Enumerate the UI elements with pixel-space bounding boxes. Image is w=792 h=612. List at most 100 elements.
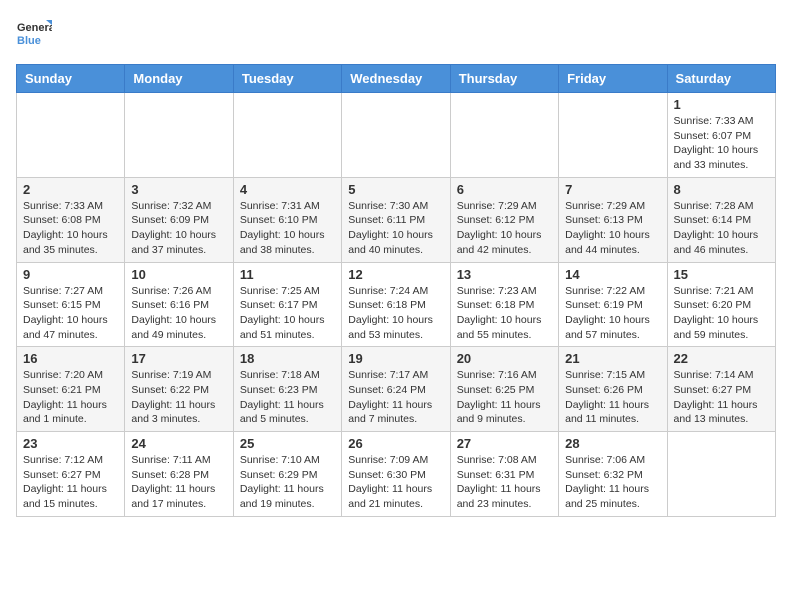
day-number: 2: [23, 182, 118, 197]
day-info: Sunrise: 7:15 AM Sunset: 6:26 PM Dayligh…: [565, 368, 660, 427]
day-info: Sunrise: 7:33 AM Sunset: 6:07 PM Dayligh…: [674, 114, 769, 173]
day-header-wednesday: Wednesday: [342, 65, 450, 93]
day-number: 17: [131, 351, 226, 366]
day-number: 14: [565, 267, 660, 282]
calendar-cell: [17, 93, 125, 178]
day-info: Sunrise: 7:24 AM Sunset: 6:18 PM Dayligh…: [348, 284, 443, 343]
day-info: Sunrise: 7:29 AM Sunset: 6:12 PM Dayligh…: [457, 199, 552, 258]
day-info: Sunrise: 7:21 AM Sunset: 6:20 PM Dayligh…: [674, 284, 769, 343]
calendar-cell: 2 Sunrise: 7:33 AM Sunset: 6:08 PM Daylig…: [17, 177, 125, 262]
header-row: SundayMondayTuesdayWednesdayThursdayFrid…: [17, 65, 776, 93]
calendar-cell: 12 Sunrise: 7:24 AM Sunset: 6:18 PM Dayli…: [342, 262, 450, 347]
day-number: 12: [348, 267, 443, 282]
day-number: 18: [240, 351, 335, 366]
day-number: 5: [348, 182, 443, 197]
day-number: 15: [674, 267, 769, 282]
day-info: Sunrise: 7:17 AM Sunset: 6:24 PM Dayligh…: [348, 368, 443, 427]
day-number: 23: [23, 436, 118, 451]
day-number: 10: [131, 267, 226, 282]
calendar-cell: 14 Sunrise: 7:22 AM Sunset: 6:19 PM Dayli…: [559, 262, 667, 347]
calendar-cell: 8Sunrise: 7:28 AM Sunset: 6:14 PM Daylig…: [667, 177, 775, 262]
day-info: Sunrise: 7:06 AM Sunset: 6:32 PM Dayligh…: [565, 453, 660, 512]
calendar-week-4: 16Sunrise: 7:20 AM Sunset: 6:21 PM Dayli…: [17, 347, 776, 432]
day-info: Sunrise: 7:22 AM Sunset: 6:19 PM Dayligh…: [565, 284, 660, 343]
day-info: Sunrise: 7:12 AM Sunset: 6:27 PM Dayligh…: [23, 453, 118, 512]
calendar-cell: 28 Sunrise: 7:06 AM Sunset: 6:32 PM Dayli…: [559, 432, 667, 517]
day-number: 21: [565, 351, 660, 366]
day-info: Sunrise: 7:33 AM Sunset: 6:08 PM Dayligh…: [23, 199, 118, 258]
svg-text:Blue: Blue: [17, 35, 41, 47]
calendar-cell: 20 Sunrise: 7:16 AM Sunset: 6:25 PM Dayli…: [450, 347, 558, 432]
calendar-cell: 22Sunrise: 7:14 AM Sunset: 6:27 PM Dayli…: [667, 347, 775, 432]
calendar-cell: 13 Sunrise: 7:23 AM Sunset: 6:18 PM Dayli…: [450, 262, 558, 347]
calendar-cell: 27 Sunrise: 7:08 AM Sunset: 6:31 PM Dayli…: [450, 432, 558, 517]
day-info: Sunrise: 7:30 AM Sunset: 6:11 PM Dayligh…: [348, 199, 443, 258]
svg-text:General: General: [17, 22, 52, 34]
calendar-cell: 25 Sunrise: 7:10 AM Sunset: 6:29 PM Dayli…: [233, 432, 341, 517]
day-info: Sunrise: 7:27 AM Sunset: 6:15 PM Dayligh…: [23, 284, 118, 343]
day-header-tuesday: Tuesday: [233, 65, 341, 93]
calendar-cell: [559, 93, 667, 178]
calendar-cell: [233, 93, 341, 178]
day-info: Sunrise: 7:11 AM Sunset: 6:28 PM Dayligh…: [131, 453, 226, 512]
day-number: 22: [674, 351, 769, 366]
calendar-cell: 19 Sunrise: 7:17 AM Sunset: 6:24 PM Dayli…: [342, 347, 450, 432]
calendar-cell: 16Sunrise: 7:20 AM Sunset: 6:21 PM Dayli…: [17, 347, 125, 432]
calendar-cell: 26 Sunrise: 7:09 AM Sunset: 6:30 PM Dayli…: [342, 432, 450, 517]
calendar-cell: 9 Sunrise: 7:27 AM Sunset: 6:15 PM Daylig…: [17, 262, 125, 347]
day-header-thursday: Thursday: [450, 65, 558, 93]
calendar-cell: 5 Sunrise: 7:30 AM Sunset: 6:11 PM Daylig…: [342, 177, 450, 262]
day-number: 13: [457, 267, 552, 282]
day-header-sunday: Sunday: [17, 65, 125, 93]
day-info: Sunrise: 7:16 AM Sunset: 6:25 PM Dayligh…: [457, 368, 552, 427]
day-info: Sunrise: 7:09 AM Sunset: 6:30 PM Dayligh…: [348, 453, 443, 512]
day-number: 3: [131, 182, 226, 197]
day-info: Sunrise: 7:23 AM Sunset: 6:18 PM Dayligh…: [457, 284, 552, 343]
calendar-cell: [667, 432, 775, 517]
logo-svg: General Blue: [16, 16, 52, 52]
calendar-week-1: 1Sunrise: 7:33 AM Sunset: 6:07 PM Daylig…: [17, 93, 776, 178]
calendar-table: SundayMondayTuesdayWednesdayThursdayFrid…: [16, 64, 776, 517]
calendar-cell: 21 Sunrise: 7:15 AM Sunset: 6:26 PM Dayli…: [559, 347, 667, 432]
calendar-cell: 15 Sunrise: 7:21 AM Sunset: 6:20 PM Dayli…: [667, 262, 775, 347]
calendar-week-5: 23 Sunrise: 7:12 AM Sunset: 6:27 PM Dayli…: [17, 432, 776, 517]
day-info: Sunrise: 7:29 AM Sunset: 6:13 PM Dayligh…: [565, 199, 660, 258]
day-number: 19: [348, 351, 443, 366]
day-header-monday: Monday: [125, 65, 233, 93]
day-number: 7: [565, 182, 660, 197]
day-header-friday: Friday: [559, 65, 667, 93]
day-info: Sunrise: 7:32 AM Sunset: 6:09 PM Dayligh…: [131, 199, 226, 258]
day-info: Sunrise: 7:08 AM Sunset: 6:31 PM Dayligh…: [457, 453, 552, 512]
calendar-cell: 17Sunrise: 7:19 AM Sunset: 6:22 PM Dayli…: [125, 347, 233, 432]
page-header: General Blue: [16, 16, 776, 52]
day-number: 24: [131, 436, 226, 451]
day-number: 8: [674, 182, 769, 197]
day-number: 6: [457, 182, 552, 197]
calendar-cell: 6 Sunrise: 7:29 AM Sunset: 6:12 PM Daylig…: [450, 177, 558, 262]
day-info: Sunrise: 7:25 AM Sunset: 6:17 PM Dayligh…: [240, 284, 335, 343]
calendar-cell: 1Sunrise: 7:33 AM Sunset: 6:07 PM Daylig…: [667, 93, 775, 178]
calendar-cell: [342, 93, 450, 178]
day-number: 11: [240, 267, 335, 282]
calendar-cell: 18Sunrise: 7:18 AM Sunset: 6:23 PM Dayli…: [233, 347, 341, 432]
day-number: 16: [23, 351, 118, 366]
day-header-saturday: Saturday: [667, 65, 775, 93]
day-number: 28: [565, 436, 660, 451]
day-info: Sunrise: 7:10 AM Sunset: 6:29 PM Dayligh…: [240, 453, 335, 512]
day-number: 27: [457, 436, 552, 451]
calendar-cell: 7 Sunrise: 7:29 AM Sunset: 6:13 PM Daylig…: [559, 177, 667, 262]
day-number: 25: [240, 436, 335, 451]
day-number: 26: [348, 436, 443, 451]
day-number: 4: [240, 182, 335, 197]
calendar-cell: 23 Sunrise: 7:12 AM Sunset: 6:27 PM Dayli…: [17, 432, 125, 517]
day-number: 20: [457, 351, 552, 366]
day-number: 9: [23, 267, 118, 282]
day-info: Sunrise: 7:26 AM Sunset: 6:16 PM Dayligh…: [131, 284, 226, 343]
calendar-cell: 3 Sunrise: 7:32 AM Sunset: 6:09 PM Daylig…: [125, 177, 233, 262]
calendar-cell: [450, 93, 558, 178]
calendar-cell: 4Sunrise: 7:31 AM Sunset: 6:10 PM Daylig…: [233, 177, 341, 262]
calendar-cell: 11 Sunrise: 7:25 AM Sunset: 6:17 PM Dayli…: [233, 262, 341, 347]
calendar-week-3: 9 Sunrise: 7:27 AM Sunset: 6:15 PM Daylig…: [17, 262, 776, 347]
calendar-week-2: 2 Sunrise: 7:33 AM Sunset: 6:08 PM Daylig…: [17, 177, 776, 262]
calendar-cell: 10 Sunrise: 7:26 AM Sunset: 6:16 PM Dayli…: [125, 262, 233, 347]
